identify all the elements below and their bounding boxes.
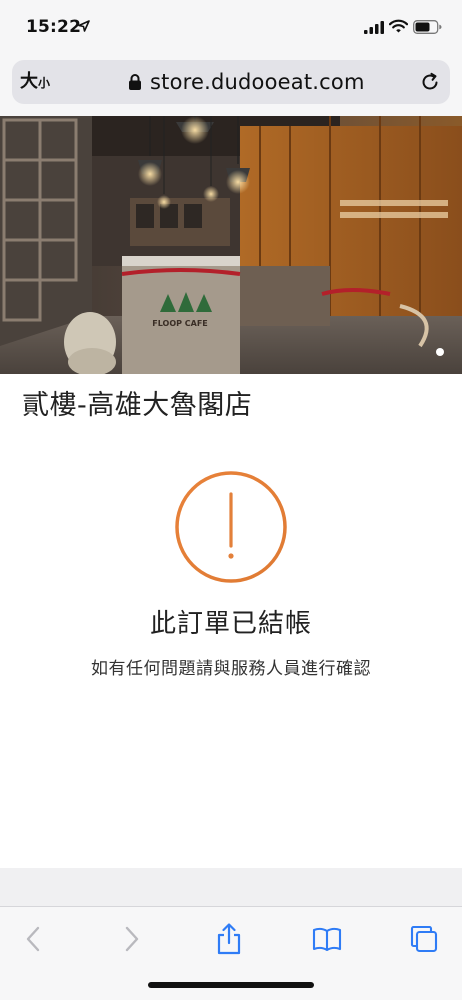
lock-icon	[129, 74, 141, 90]
text-size-small-glyph: 小	[38, 76, 51, 90]
back-button[interactable]	[15, 921, 51, 957]
exclamation-circle-icon	[175, 471, 287, 583]
carousel-indicator-dot[interactable]	[436, 348, 444, 356]
text-size-button[interactable]: 大小	[20, 71, 50, 94]
share-icon	[217, 923, 241, 955]
battery-icon	[413, 20, 442, 34]
store-hero-image[interactable]: FLOOP CAFE	[0, 116, 462, 374]
status-bar: 15:22	[0, 0, 462, 54]
tabs-icon	[410, 925, 438, 953]
tabs-button[interactable]	[406, 921, 442, 957]
wifi-icon	[389, 19, 408, 33]
store-name: 貳樓-高雄大魯閣店	[22, 390, 253, 421]
text-size-large-glyph: 大	[20, 71, 38, 92]
page-footer-band	[0, 868, 462, 906]
order-status-message: 如有任何問題請與服務人員進行確認	[91, 659, 371, 679]
chevron-right-icon	[125, 926, 139, 952]
reload-icon[interactable]	[420, 72, 440, 92]
share-button[interactable]	[211, 921, 247, 957]
url-text: store.dudooeat.com	[150, 70, 365, 94]
address-field[interactable]: 大小 store.dudooeat.com	[12, 60, 450, 104]
book-icon	[312, 927, 342, 951]
forward-button[interactable]	[114, 921, 150, 957]
order-status-title: 此訂單已結帳	[149, 609, 312, 639]
cafe-interior-photo: FLOOP CAFE	[0, 116, 462, 374]
cellular-signal-icon	[364, 21, 384, 34]
bookmarks-button[interactable]	[309, 921, 345, 957]
browser-url-bar: 大小 store.dudooeat.com	[0, 54, 462, 116]
counter-sign-text: FLOOP CAFE	[152, 319, 208, 328]
status-time: 15:22	[26, 17, 82, 37]
location-arrow-icon	[78, 20, 90, 32]
chevron-left-icon	[26, 926, 40, 952]
home-indicator[interactable]	[148, 982, 314, 988]
